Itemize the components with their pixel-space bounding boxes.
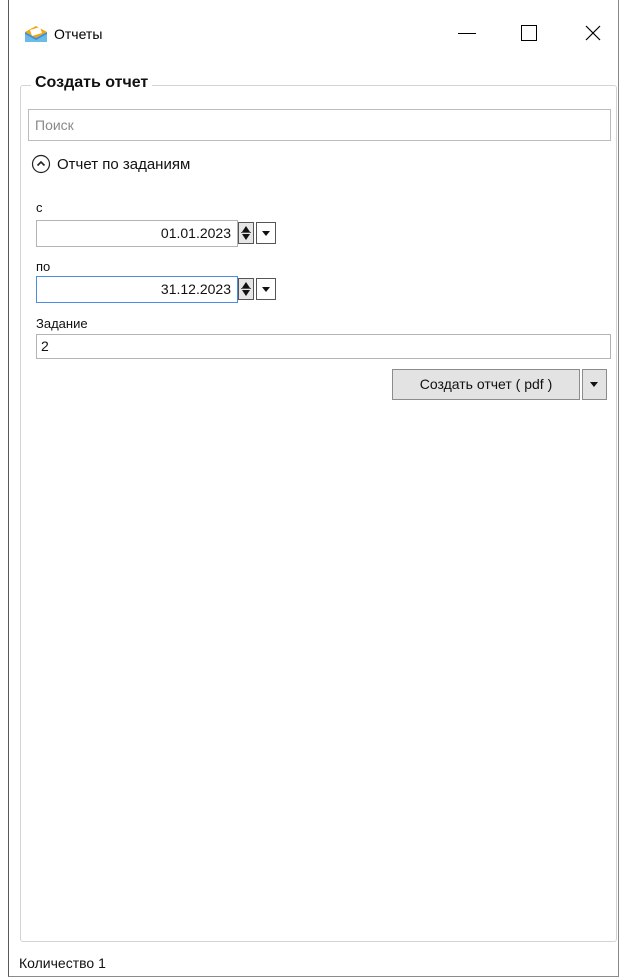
create-report-pdf-button[interactable]: Создать отчет ( pdf ) [392,369,580,400]
search-input[interactable] [28,109,611,141]
task-label: Задание [36,316,88,331]
minimize-button[interactable] [445,14,491,54]
app-window: Отчеты Создать отчет Отчет по заданиям с… [8,0,619,977]
to-date-field[interactable]: 31.12.2023 [36,276,238,303]
spin-down-icon[interactable] [242,234,250,240]
create-report-dropdown-button[interactable] [582,369,607,400]
task-input[interactable]: 2 [36,334,611,359]
window-title: Отчеты [54,26,103,42]
status-count: Количество 1 [19,955,106,971]
to-date-dropdown-button[interactable] [256,278,276,300]
from-date-dropdown-button[interactable] [256,222,276,244]
maximize-button[interactable] [507,14,553,54]
from-date-picker: 01.01.2023 [36,220,276,247]
title-bar[interactable]: Отчеты [9,0,618,62]
chevron-up-circle-icon[interactable] [31,154,51,174]
spin-down-icon[interactable] [242,290,250,296]
envelope-app-icon [25,26,47,42]
close-button[interactable] [571,14,617,54]
to-date-spinner[interactable] [238,278,254,300]
to-label: по [36,259,51,274]
from-label: с [36,200,43,215]
create-report-group: Создать отчет Отчет по заданиям с 01.01.… [20,74,617,942]
from-date-spinner[interactable] [238,222,254,244]
group-title: Создать отчет [31,74,153,92]
to-date-picker: 31.12.2023 [36,276,276,303]
from-date-field[interactable]: 01.01.2023 [36,220,238,247]
expander-label: Отчет по заданиям [57,155,191,173]
task-report-expander[interactable]: Отчет по заданиям [31,152,190,176]
close-icon [585,25,601,41]
